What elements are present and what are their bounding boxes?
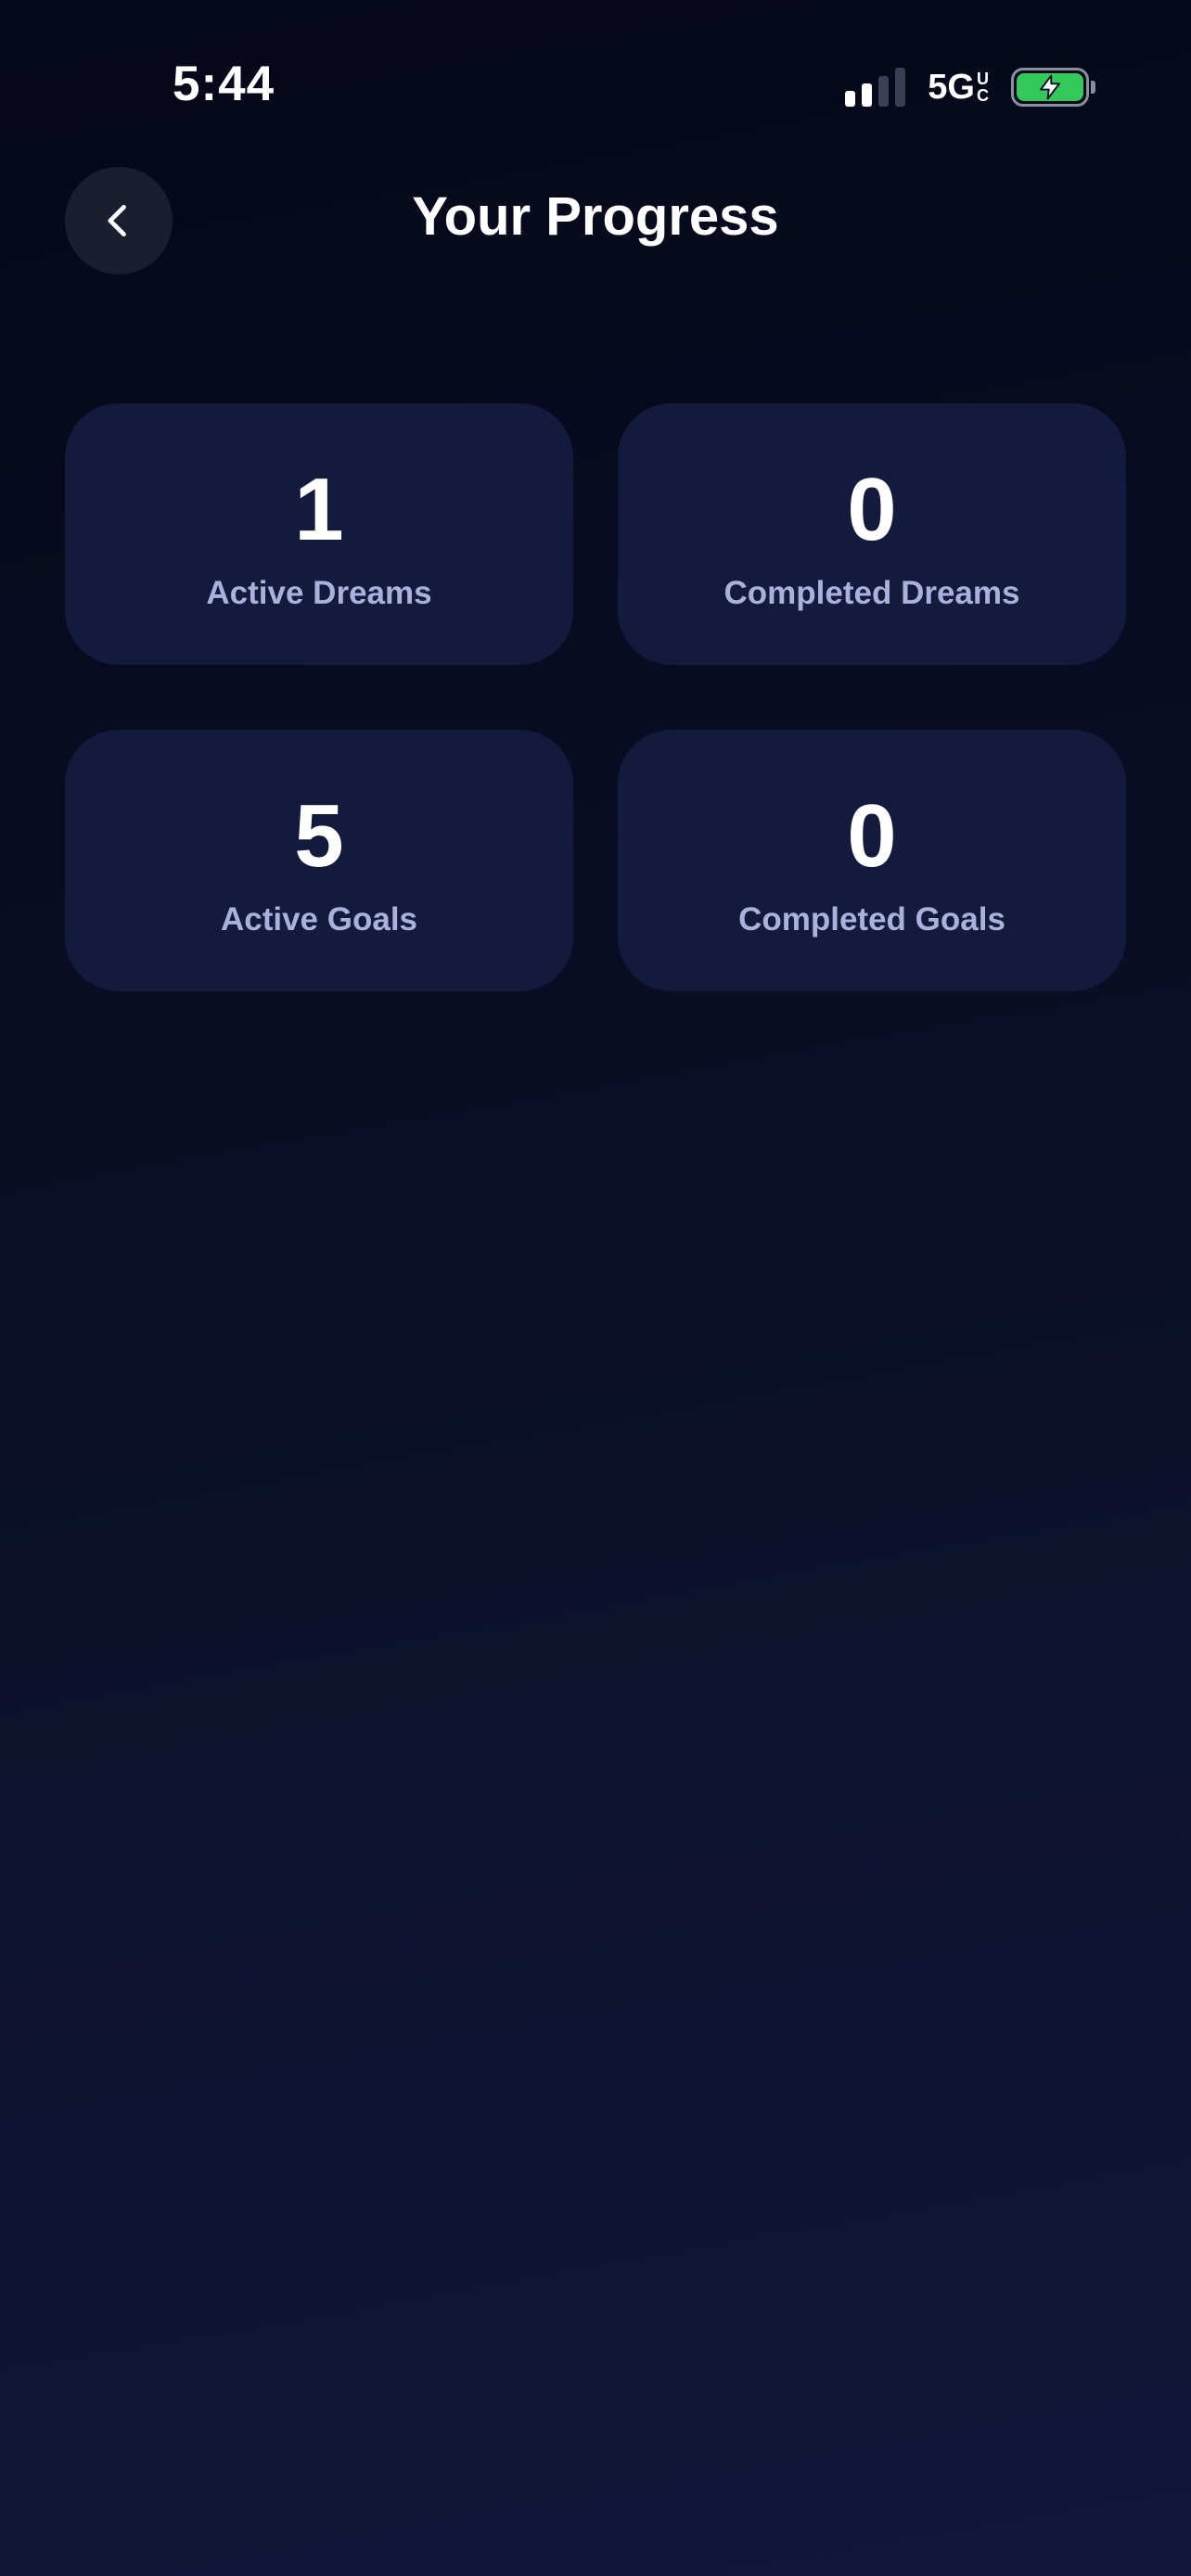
stat-card-active-goals[interactable]: 5 Active Goals xyxy=(65,730,573,991)
stat-value: 0 xyxy=(847,786,897,886)
network-superscript: U C xyxy=(977,70,989,105)
charging-bolt-icon xyxy=(1040,74,1060,100)
stat-value: 0 xyxy=(847,460,897,559)
stat-value: 1 xyxy=(294,460,344,559)
stat-label: Completed Goals xyxy=(738,901,1005,937)
stats-grid: 1 Active Dreams 0 Completed Dreams 5 Act… xyxy=(65,403,1126,991)
stat-label: Completed Dreams xyxy=(724,575,1020,611)
stat-card-completed-goals[interactable]: 0 Completed Goals xyxy=(618,730,1126,991)
page-title: Your Progress xyxy=(412,186,779,247)
network-type: 5G U C xyxy=(928,70,989,105)
battery-icon xyxy=(1011,68,1095,107)
stat-card-completed-dreams[interactable]: 0 Completed Dreams xyxy=(618,403,1126,665)
stat-card-active-dreams[interactable]: 1 Active Dreams xyxy=(65,403,573,665)
network-label: 5G xyxy=(928,68,975,107)
status-bar: 5:44 5G U C xyxy=(0,0,1191,176)
stat-value: 5 xyxy=(294,786,344,886)
status-time: 5:44 xyxy=(173,57,275,111)
stat-label: Active Goals xyxy=(220,901,418,937)
stat-label: Active Dreams xyxy=(206,575,432,611)
cellular-signal-icon xyxy=(845,68,906,107)
status-indicators: 5G U C xyxy=(845,65,1095,109)
